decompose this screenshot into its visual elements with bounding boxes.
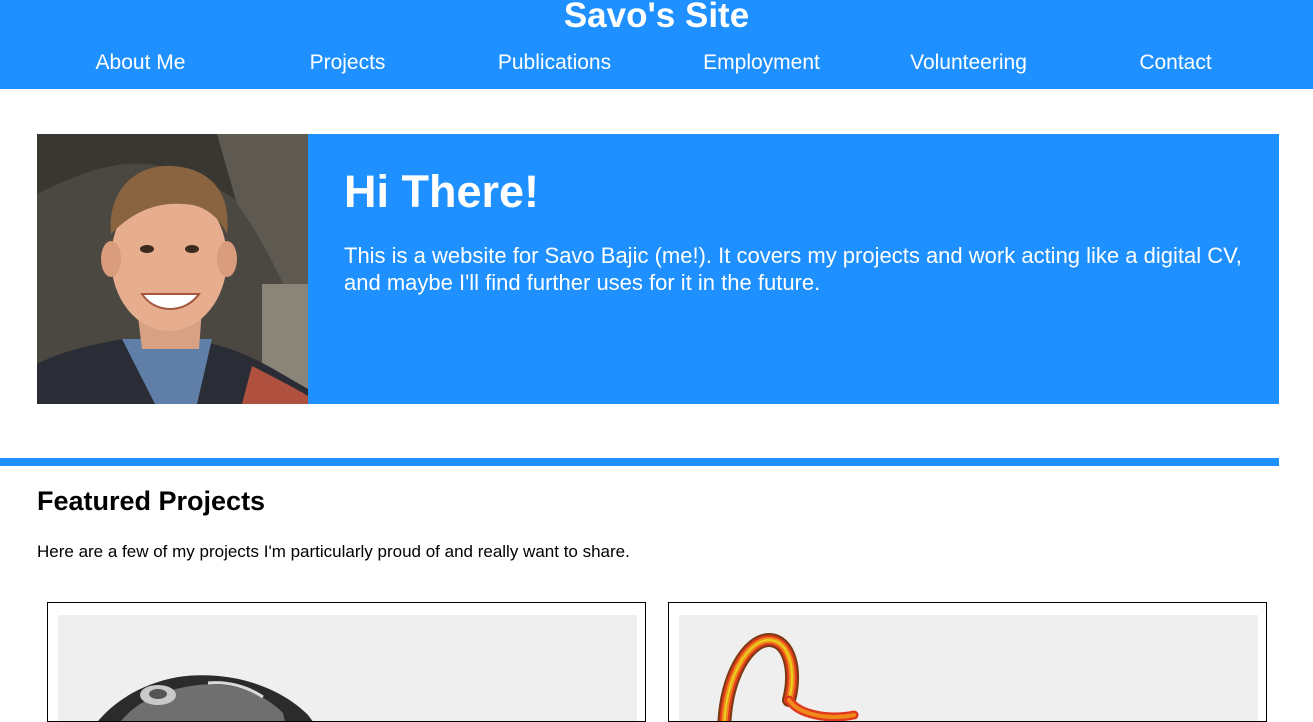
hero-banner: Hi There! This is a website for Savo Baj…	[37, 134, 1279, 404]
project-image-ribbon-cable[interactable]	[679, 615, 1258, 721]
featured-projects-description: Here are a few of my projects I'm partic…	[37, 542, 630, 561]
nav-item-employment[interactable]: Employment	[658, 46, 865, 80]
main-nav: About Me Projects Publications Employmen…	[37, 46, 1279, 80]
nav-item-about-me[interactable]: About Me	[37, 46, 244, 80]
featured-projects-title: Featured Projects	[37, 486, 266, 516]
hero-description: This is a website for Savo Bajic (me!). …	[344, 243, 1242, 295]
section-divider	[0, 458, 1279, 466]
nav-item-publications[interactable]: Publications	[451, 46, 658, 80]
project-card[interactable]	[47, 602, 646, 722]
project-image-device[interactable]	[58, 615, 637, 721]
hero-heading: Hi There!	[344, 166, 540, 217]
project-card[interactable]	[668, 602, 1267, 722]
profile-photo	[37, 134, 308, 404]
nav-item-volunteering[interactable]: Volunteering	[865, 46, 1072, 80]
site-header: Savo's Site About Me Projects Publicatio…	[0, 0, 1313, 89]
nav-item-projects[interactable]: Projects	[244, 46, 451, 80]
site-title[interactable]: Savo's Site	[0, 0, 1313, 37]
nav-item-contact[interactable]: Contact	[1072, 46, 1279, 80]
